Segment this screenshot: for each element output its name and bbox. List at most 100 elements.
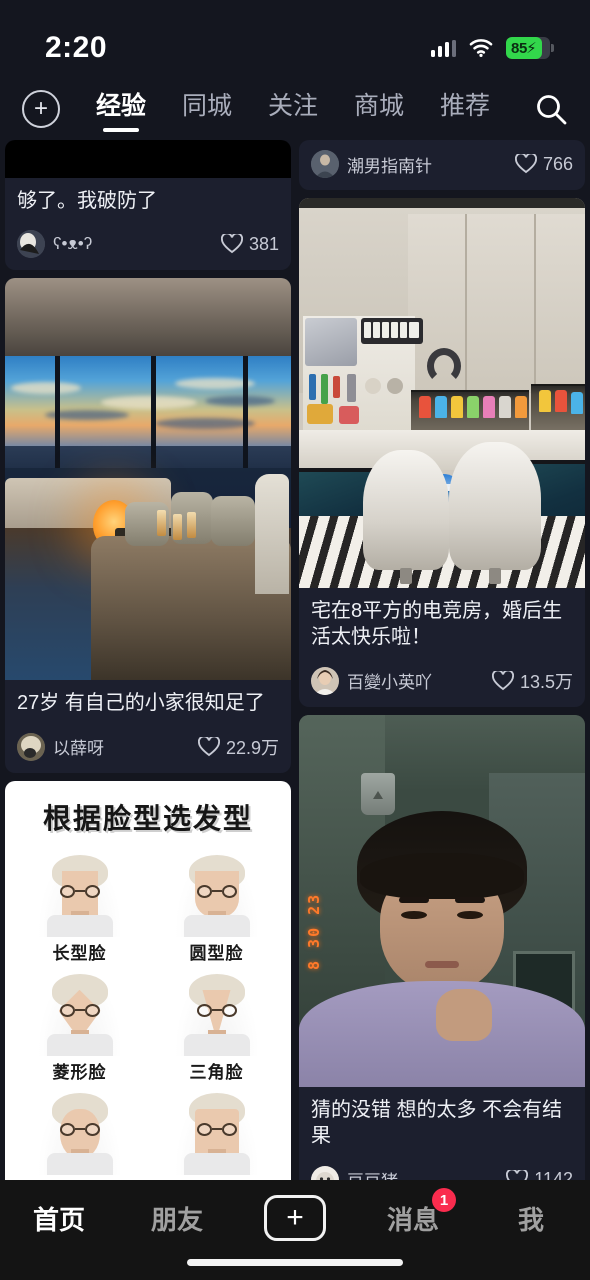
wifi-icon [469, 39, 493, 57]
card-author[interactable]: 以薛呀 [17, 732, 104, 761]
bottom-nav-item-create[interactable]: + [236, 1194, 354, 1242]
status-bar: 2:20 85 ⚡ [0, 0, 590, 78]
card-media[interactable] [5, 278, 291, 681]
tab-tongcheng[interactable]: 同城 [182, 86, 232, 132]
face-cell: 圆型脸 [150, 850, 283, 964]
author-name: 百變小英吖 [347, 673, 432, 693]
card-author[interactable]: 百變小英吖 [311, 666, 432, 695]
battery-icon: 85 ⚡ [506, 37, 554, 59]
like-count-group[interactable]: 13.5万 [491, 668, 573, 694]
like-count: 13.5万 [519, 671, 573, 692]
like-count: 22.9万 [225, 737, 279, 758]
feed-card[interactable]: 宅在8平方的电竞房，婚后生活太快乐啦！ 百變小英吖 13.5万 [299, 198, 585, 707]
like-count-group[interactable]: 766 [514, 153, 573, 175]
face-illustration [37, 850, 122, 937]
tab-list: 经验 同城 关注 商城 推荐 [60, 86, 526, 132]
content-feed[interactable]: 够了。我破防了 ʕ•ᴥ•ʔ 381 27岁 有自己的小家很知足了 以薛呀 22.… [0, 140, 590, 1180]
bottom-nav-item-friends[interactable]: 朋友 [118, 1194, 236, 1242]
like-count: 381 [248, 233, 279, 254]
feed-card[interactable]: 根据脸型选发型 长型脸 圆型脸 菱形脸 三角脸 [5, 780, 291, 1180]
avatar[interactable] [17, 732, 45, 761]
avatar[interactable] [311, 666, 339, 695]
like-count-group[interactable]: 22.9万 [197, 734, 279, 760]
face-cell: 三角脸 [150, 969, 283, 1083]
face-cell: 鹅蛋脸 [13, 1088, 146, 1180]
card-meta: 百變小英吖 13.5万 [299, 659, 585, 707]
bottom-nav-item-home[interactable]: 首页 [0, 1194, 118, 1242]
face-cell: 菱形脸 [13, 969, 146, 1083]
card-author[interactable]: 潮男指南针 [311, 150, 432, 178]
feed-card[interactable]: 潮男指南针 766 [299, 140, 585, 190]
avatar[interactable] [311, 1165, 339, 1180]
like-count: 1142 [534, 1169, 573, 1180]
author-name: 以薛呀 [53, 739, 104, 759]
avatar[interactable] [17, 230, 45, 259]
like-count-group[interactable]: 381 [220, 233, 279, 255]
feed-card[interactable]: 够了。我破防了 ʕ•ᴥ•ʔ 381 [5, 140, 291, 271]
face-grid: 长型脸 圆型脸 菱形脸 三角脸 [13, 850, 283, 1180]
heart-outline-icon [506, 1169, 529, 1180]
card-media[interactable]: 8 30 23 [299, 714, 585, 1087]
face-illustration [174, 969, 259, 1056]
top-navigation-bar: + 经验 同城 关注 商城 推荐 [0, 78, 590, 140]
face-illustration [174, 1088, 259, 1175]
heart-outline-icon [197, 736, 220, 756]
tab-jingyan[interactable]: 经验 [96, 86, 146, 132]
avatar[interactable] [311, 150, 339, 178]
face-illustration [37, 1088, 122, 1175]
face-label: 圆型脸 [189, 943, 244, 963]
card-author[interactable]: ʕ•ᴥ•ʔ [17, 230, 93, 259]
bottom-nav-item-messages[interactable]: 消息 1 [354, 1188, 472, 1242]
face-shape-chart: 根据脸型选发型 长型脸 圆型脸 菱形脸 三角脸 [5, 780, 291, 1180]
bottom-nav-label: 消息 [386, 1204, 439, 1235]
bottom-nav-label: 首页 [32, 1204, 85, 1235]
like-count-group[interactable]: 1142 [506, 1169, 573, 1180]
card-meta: ʕ•ᴥ•ʔ 381 [5, 222, 291, 270]
bottom-nav-item-me[interactable]: 我 [472, 1194, 590, 1242]
card-meta: 潮男指南针 766 [299, 140, 585, 190]
card-title: 够了。我破防了 [17, 190, 157, 212]
card-body: 够了。我破防了 [5, 178, 291, 222]
app-screen: 2:20 85 ⚡ + 经验 同城 关注 商城 推荐 够了。我破防了 ʕ•ᴥ•ʔ… [0, 0, 590, 1280]
card-media[interactable] [299, 198, 585, 588]
face-label: 长型脸 [52, 943, 107, 963]
card-title: 27岁 有自己的小家很知足了 [17, 692, 265, 715]
face-illustration [174, 850, 259, 937]
heart-outline-icon [514, 154, 537, 174]
card-author[interactable]: 豆豆猪 [311, 1165, 398, 1180]
card-body: 宅在8平方的电竞房，婚后生活太快乐啦！ [299, 588, 585, 659]
tab-tuijian[interactable]: 推荐 [440, 86, 490, 132]
feed-column-right: 潮男指南针 766 宅在8平方的电竞房，婚后生活太快乐啦！ 百變小英吖 13.5… [299, 140, 585, 1180]
card-media[interactable]: 根据脸型选发型 长型脸 圆型脸 菱形脸 三角脸 [5, 780, 291, 1180]
living-room-photo [5, 278, 291, 681]
bottom-navigation-bar: 首页 朋友 + 消息 1 我 [0, 1180, 590, 1280]
face-illustration [37, 969, 122, 1056]
card-media[interactable] [5, 140, 291, 178]
home-indicator[interactable] [187, 1259, 403, 1266]
tab-guanzhu[interactable]: 关注 [268, 86, 318, 132]
feed-card[interactable]: 27岁 有自己的小家很知足了 以薛呀 22.9万 [5, 278, 291, 773]
status-time: 2:20 [45, 31, 108, 64]
face-cell: 长型脸 [13, 850, 146, 964]
face-cell: 方型脸 [150, 1088, 283, 1180]
card-body: 27岁 有自己的小家很知足了 [5, 680, 291, 724]
portrait-photo: 8 30 23 [299, 714, 585, 1087]
card-title: 猜的没错 想的太多 不会有结果 [311, 1098, 563, 1148]
card-meta: 以薛呀 22.9万 [5, 725, 291, 773]
tab-shangcheng[interactable]: 商城 [354, 86, 404, 132]
card-title: 宅在8平方的电竞房，婚后生活太快乐啦！ [311, 600, 563, 649]
feed-card[interactable]: 8 30 23 猜的没错 想的太多 不会有结果 1142 [299, 714, 585, 1180]
like-count: 766 [542, 153, 573, 174]
search-icon[interactable] [526, 92, 568, 126]
plus-box-icon[interactable]: + [264, 1195, 326, 1241]
chart-heading: 根据脸型选发型 [42, 802, 253, 834]
face-label: 三角脸 [189, 1062, 244, 1082]
message-badge: 1 [432, 1188, 456, 1212]
status-icons: 85 ⚡ [430, 37, 554, 59]
heart-outline-icon [491, 670, 514, 690]
plus-circle-icon[interactable]: + [22, 90, 60, 128]
card-body: 猜的没错 想的太多 不会有结果 [299, 1087, 585, 1158]
author-name: ʕ•ᴥ•ʔ [53, 234, 93, 254]
bottom-nav-label: 朋友 [150, 1204, 203, 1235]
battery-percent: 85 [511, 39, 528, 57]
